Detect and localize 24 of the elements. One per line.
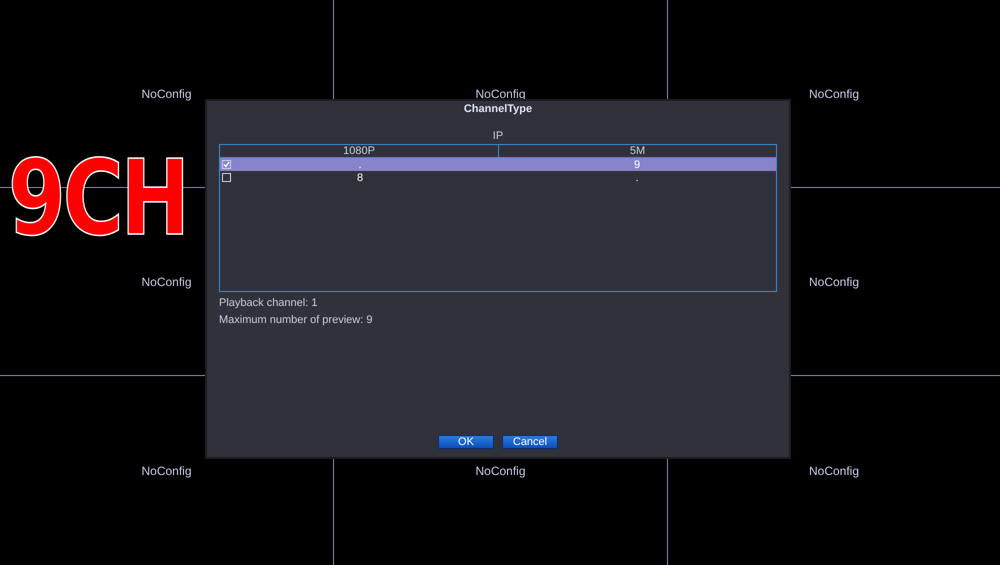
column-header: 1080P [342,145,376,157]
channel-label: NoConfig [475,86,526,100]
table-cell-text: . [634,172,640,184]
table-cell-text: 8 [356,172,364,184]
table-cell-text: . [357,158,363,170]
channel-label: NoConfig [141,274,192,288]
column-header: 5M [498,145,776,157]
channel-label: NoConfig [475,464,526,478]
checkbox[interactable] [222,160,231,169]
table-row[interactable]: . 9 [220,158,776,171]
dialog-title: ChannelType [464,103,532,115]
channel-label: NoConfig [141,464,192,478]
group-label: IP [492,130,504,142]
info-text: Maximum number of preview: 9 [219,314,374,326]
channel-label: NoConfig [808,464,860,478]
table-row[interactable]: 8 . [220,171,776,184]
cancel-button[interactable]: Cancel [502,435,558,449]
channel-label: NoConfig [808,274,860,288]
ok-button[interactable]: OK [438,435,494,449]
info-text: Playback channel: 1 [219,297,318,309]
checkbox[interactable] [222,173,231,182]
channel-label: NoConfig [141,86,192,100]
channel-label: NoConfig [808,86,860,100]
table-cell-text: 9 [632,158,642,170]
